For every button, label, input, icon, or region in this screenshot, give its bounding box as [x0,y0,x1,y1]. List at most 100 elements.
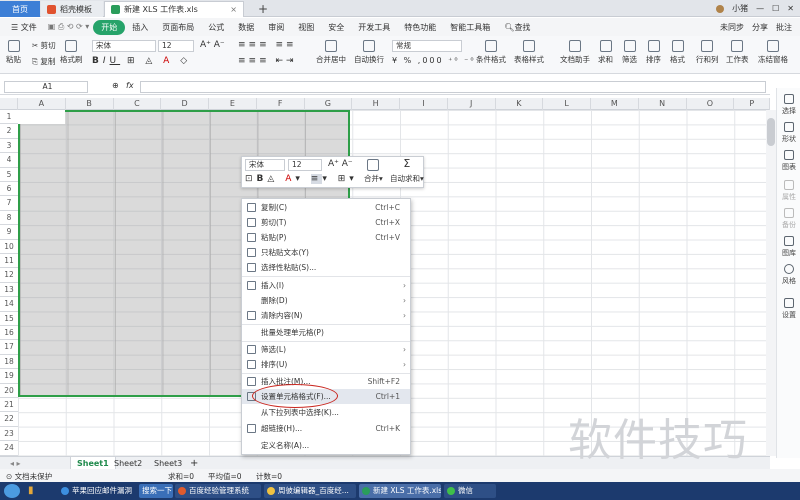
conditional-format-button[interactable]: 条件格式 [476,40,506,65]
font-select[interactable]: 宋体 [92,40,156,52]
row-header[interactable]: 4 [0,153,18,168]
copy-button[interactable]: ⎘ 复制 [32,56,55,67]
sidebar-properties[interactable]: 属性 [777,180,800,202]
font-style-buttons[interactable]: BIU ⊞ ◬ A ◇ [92,56,191,66]
filter-button[interactable]: 筛选 [622,40,637,65]
row-header[interactable]: 14 [0,297,18,312]
menu-home[interactable]: 开始 [93,19,126,35]
column-header[interactable]: D [161,98,209,110]
sidebar-backup[interactable]: 备份 [777,208,800,230]
wrap-text-button[interactable]: 自动换行 [354,40,384,65]
row-header[interactable]: 10 [0,240,18,254]
taskbar-item[interactable]: 苹果回应邮件漏洞 [58,484,136,498]
sidebar-style[interactable]: 风格 [777,264,800,286]
menu-developer[interactable]: 开发工具 [351,22,397,33]
menu-page-layout[interactable]: 页面布局 [155,22,201,33]
vertical-scrollbar[interactable] [766,110,776,456]
sort-button[interactable]: 排序 [646,40,661,65]
row-header[interactable]: 23 [0,427,18,442]
row-header[interactable]: 1 [0,110,18,125]
sum-button[interactable]: 求和 [598,40,613,65]
doc-assistant-button[interactable]: 文档助手 [560,40,590,65]
row-header[interactable]: 12 [0,268,18,283]
sidebar-settings[interactable]: 设置 [777,298,800,320]
row-header[interactable]: 11 [0,254,18,269]
sync-status[interactable]: 未同步 [720,22,744,33]
worksheet-button[interactable]: 工作表 [726,40,749,65]
name-box[interactable]: A1 [4,81,88,93]
zoom-icon[interactable]: ⊕ [112,81,119,90]
sidebar-gallery[interactable]: 图库 [777,236,800,258]
row-header[interactable]: 8 [0,211,18,226]
number-format-buttons[interactable]: ¥ % ,000 ⁺⁰ ⁻⁰ [392,56,476,65]
font-size-select[interactable]: 12 [158,40,194,52]
menu-formula[interactable]: 公式 [201,22,231,33]
row-header[interactable]: 6 [0,182,18,197]
folder-icon[interactable]: ▮ [28,485,34,496]
row-header[interactable]: 17 [0,340,18,355]
menu-review[interactable]: 审阅 [261,22,291,33]
menu-item-copy[interactable]: 复制(C) Ctrl+C [242,200,410,215]
column-header[interactable]: N [639,98,687,110]
column-header[interactable]: I [400,98,448,110]
sidebar-select[interactable]: 选择 [777,94,800,116]
menu-security[interactable]: 安全 [321,22,351,33]
menu-item-pick-from-list[interactable]: 从下拉列表中选择(K)... [242,405,410,420]
tab-home[interactable]: 首页 [0,1,40,17]
column-header[interactable]: M [591,98,639,110]
row-header[interactable]: 20 [0,384,18,398]
row-header[interactable]: 19 [0,369,18,384]
share-button[interactable]: 分享 [752,22,768,33]
row-header[interactable]: 18 [0,355,18,370]
comment-button[interactable]: 批注 [776,22,792,33]
font-size-buttons[interactable]: A⁺ A⁻ [200,40,225,50]
column-header[interactable]: A [18,98,66,110]
column-header[interactable]: F [257,98,305,110]
close-window-icon[interactable]: ✕ [787,4,794,13]
row-header[interactable]: 15 [0,312,18,326]
menu-data[interactable]: 数据 [231,22,261,33]
menu-item-delete[interactable]: 删除(D) › [242,293,410,308]
column-header[interactable]: L [543,98,591,110]
number-format-select[interactable]: 常规 [392,40,462,52]
maximize-icon[interactable]: ☐ [772,4,779,13]
menu-search[interactable]: 🔍︎查找 [497,22,537,33]
taskbar-item[interactable]: 百度经验管理系统 [175,484,261,498]
taskbar-item[interactable]: 微信 [444,484,496,498]
column-header[interactable]: H [352,98,400,110]
quick-access-toolbar[interactable]: ▣ ⎙ ⟲ ⟳ ▾ [44,22,94,32]
cut-button[interactable]: ✂ 剪切 [32,40,56,51]
menu-item-filter[interactable]: 筛选(L) › [242,342,410,357]
fx-button[interactable]: fx [126,81,134,90]
menu-item-define-name[interactable]: 定义名称(A)... [242,438,410,453]
menu-insert[interactable]: 插入 [125,22,155,33]
row-header[interactable]: 13 [0,283,18,298]
tab-template[interactable]: 稻壳模板 [41,1,103,17]
formula-input[interactable] [140,81,766,93]
row-header[interactable]: 3 [0,139,18,154]
mini-merge-button[interactable]: 合并▾ [364,159,383,184]
mini-size-select[interactable]: 12 [288,159,322,171]
column-header[interactable]: G [305,98,353,110]
row-header[interactable]: 5 [0,168,18,182]
mini-autosum-button[interactable]: Σ 自动求和▾ [390,158,424,184]
taskbar-item[interactable]: 周彼编辑器_百度经... [264,484,356,498]
menu-item-sort[interactable]: 排序(U) › [242,357,410,372]
format-painter-button[interactable]: 格式刷 [60,40,83,65]
row-header[interactable]: 16 [0,326,18,341]
menu-item-cut[interactable]: 剪切(T) Ctrl+X [242,215,410,230]
add-tab-button[interactable]: + [252,1,274,17]
menu-toolbox[interactable]: 智能工具箱 [443,22,497,33]
menu-view[interactable]: 视图 [291,22,321,33]
freeze-panes-button[interactable]: 冻结窗格 [758,40,788,65]
username[interactable]: 小猪 [732,3,748,14]
menu-item-batch[interactable]: 批量处理单元格(P) [242,325,410,340]
close-icon[interactable]: × [230,5,237,14]
mini-font-size-buttons[interactable]: A⁺ A⁻ [328,159,353,169]
scrollbar-thumb[interactable] [767,118,775,146]
protect-status[interactable]: ⊙ 文档未保护 [6,471,52,482]
paste-button[interactable]: 粘贴 [6,40,21,65]
active-cell[interactable] [18,110,65,124]
start-icon[interactable] [4,484,20,498]
menu-item-clear[interactable]: 清除内容(N) › [242,308,410,323]
